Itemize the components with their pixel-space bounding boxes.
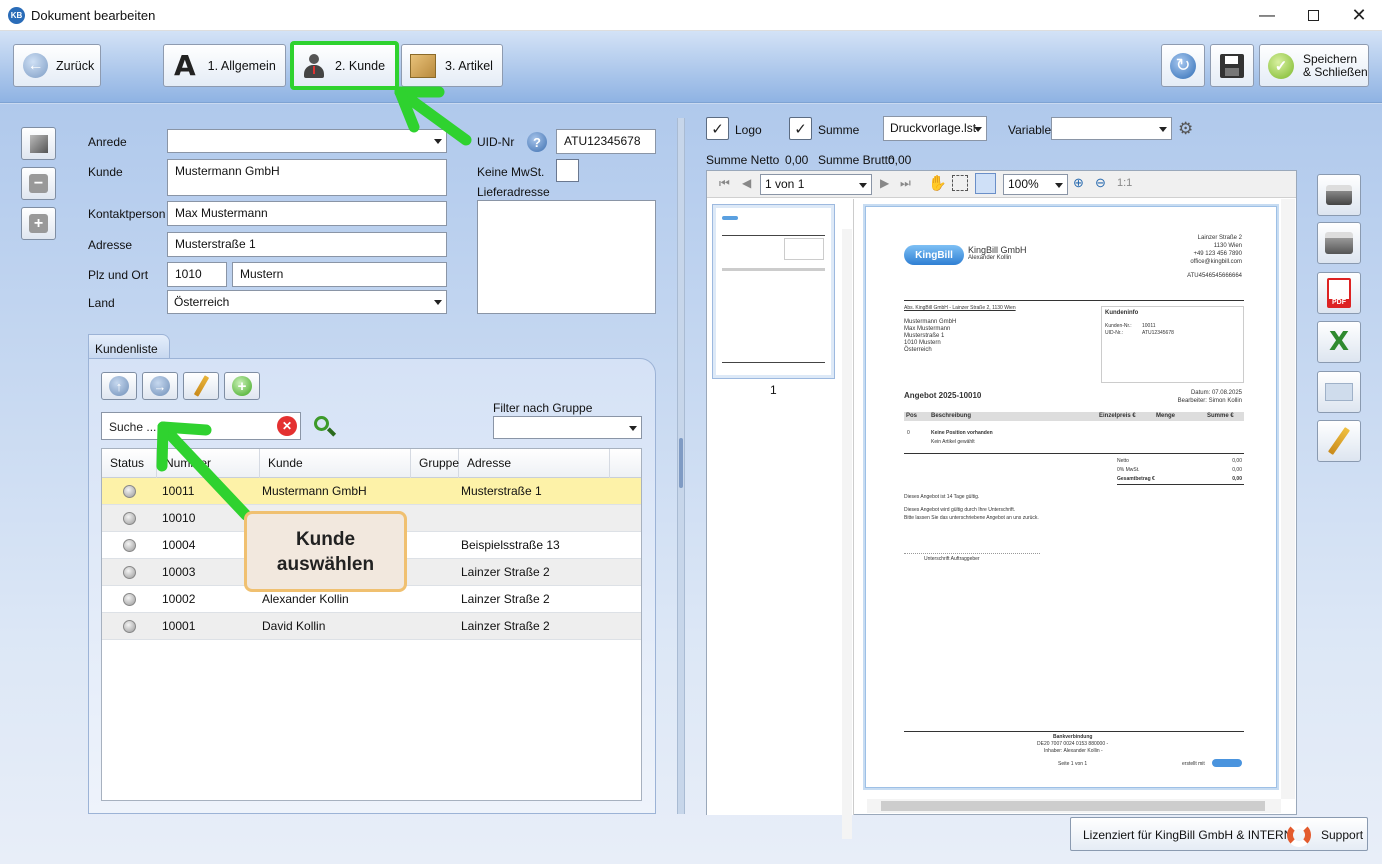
callout-line1: Kunde	[295, 528, 356, 550]
callout-kunde-auswaehlen: Kunde auswählen	[244, 511, 407, 592]
annotation-arrows	[156, 86, 472, 521]
callout-line2: auswählen	[276, 553, 375, 575]
